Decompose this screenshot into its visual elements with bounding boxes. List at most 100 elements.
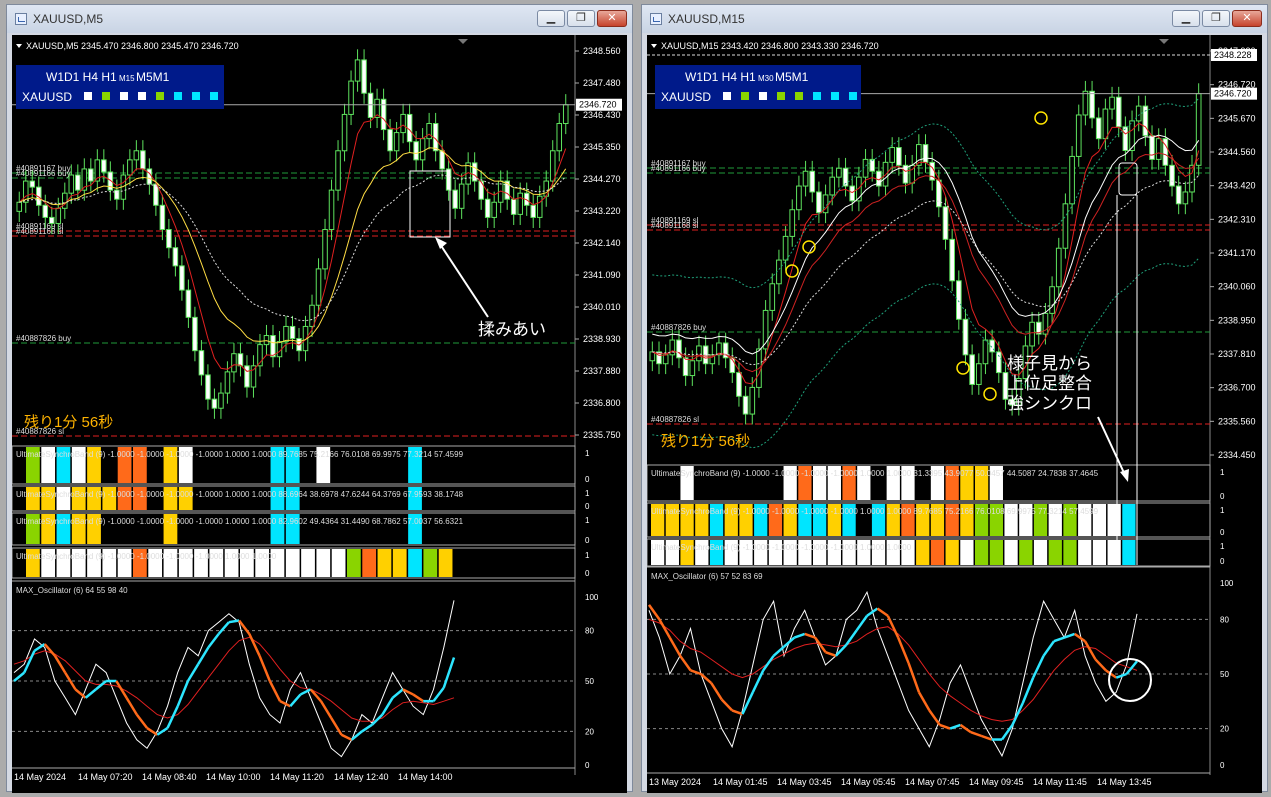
y-tick-label: 2342.310 (1218, 214, 1256, 224)
candle-body (231, 353, 237, 373)
x-tick-label: 14 May 11:45 (1033, 777, 1087, 787)
osc-highlight-circle (1108, 658, 1152, 702)
candle-body (348, 80, 354, 115)
chart-pane[interactable]: XAUUSD,M15 2343.420 2346.800 2343.330 23… (646, 35, 1262, 793)
mtf-status-square (795, 92, 803, 100)
candle-body (1155, 138, 1162, 160)
mtf-status-square (156, 92, 164, 100)
chart-window-m15[interactable]: XAUUSD,M15 ▁ ❐ ✕ XAUUSD,M15 2343.420 234… (641, 4, 1268, 793)
candle-body (802, 170, 809, 187)
candle-body (517, 192, 523, 215)
synchro-band-cell (1004, 540, 1018, 565)
chart-canvas-m5[interactable]: XAUUSD,M5 2345.470 2346.800 2345.470 234… (11, 35, 627, 788)
synchro-band-cell (916, 540, 930, 565)
candle-body (742, 395, 749, 415)
osc-slow-segment (897, 637, 910, 664)
candle-body (419, 138, 426, 161)
mtf-sub-timeframe: M15 (119, 74, 135, 83)
mtf-status-square (138, 92, 146, 100)
y-tick-label: 2340.010 (583, 302, 621, 312)
x-tick-label: 14 May 12:40 (334, 772, 389, 782)
osc-slow-segment (432, 686, 445, 702)
candle-body (510, 198, 517, 215)
osc-slow-segment (125, 697, 138, 716)
mtf-status-square (84, 92, 92, 100)
osc-slow-segment (928, 709, 941, 726)
mtf-status-square (192, 92, 200, 100)
band-tick-label: 1 (1220, 468, 1225, 477)
annotation-arrow-head (435, 237, 447, 249)
osc-slow-segment (340, 733, 353, 741)
osc-slow-segment (391, 688, 404, 699)
mtf-status-square (723, 92, 731, 100)
synchro-band-cell (285, 549, 300, 577)
osc-label: MAX_Oscillator (6) 57 52 83 69 (651, 572, 763, 581)
candle-body (982, 339, 989, 365)
band-tick-label: 0 (1220, 557, 1225, 566)
osc-slow-segment (330, 717, 343, 736)
restore-button[interactable]: ❐ (1202, 10, 1230, 27)
chart-pane[interactable]: XAUUSD,M5 2345.470 2346.800 2345.470 234… (11, 35, 627, 793)
osc-label: MAX_Oscillator (6) 64 55 98 40 (16, 586, 128, 595)
restore-button[interactable]: ❐ (567, 10, 595, 27)
candle-body (562, 104, 569, 125)
candle-body (185, 289, 192, 318)
osc-slow-segment (1042, 640, 1055, 657)
mtf-status-square (759, 92, 767, 100)
candle-body (380, 98, 387, 131)
chart-canvas-m15[interactable]: XAUUSD,M15 2343.420 2346.800 2343.330 23… (646, 35, 1262, 788)
candle-body (849, 185, 856, 202)
candle-body (796, 185, 802, 211)
y-tick-label: 2348.560 (583, 46, 621, 56)
osc-slow-segment (647, 604, 661, 621)
window-titlebar[interactable]: XAUUSD,M15 ▁ ❐ ✕ (642, 5, 1267, 33)
osc-slow-segment (876, 607, 889, 617)
x-tick-label: 14 May 11:20 (270, 772, 324, 782)
synchro-band-cell (347, 549, 361, 577)
chart-shift-icon (1159, 39, 1169, 44)
osc-slow-segment (176, 680, 190, 707)
candle-body (736, 372, 742, 397)
band-tick-label: 1 (1220, 506, 1225, 515)
candle-body (749, 386, 756, 415)
minimize-button[interactable]: ▁ (1172, 10, 1200, 27)
synchro-band-cell (377, 549, 392, 577)
osc-slow-segment (115, 680, 128, 699)
signal-circle-marker (983, 387, 997, 401)
y-tick-label: 2338.930 (583, 334, 621, 344)
osc-slow-segment (751, 669, 765, 693)
chart-window-m5[interactable]: XAUUSD,M5 ▁ ❐ ✕ XAUUSD,M5 2345.470 2346.… (6, 4, 633, 793)
candle-body (975, 363, 982, 385)
synchro-band-cell (1078, 540, 1092, 565)
y-tick-label: 2343.420 (1218, 181, 1256, 191)
y-tick-label: 2343.220 (583, 206, 621, 216)
osc-tick-label: 50 (1220, 670, 1229, 679)
close-button[interactable]: ✕ (1232, 10, 1262, 27)
osc-slow-segment (186, 663, 200, 682)
candle-body (88, 168, 94, 182)
y-tick-label: 2336.700 (1218, 383, 1256, 393)
osc-tick-label: 0 (1220, 761, 1225, 770)
candle-body (211, 398, 218, 409)
current-price-tag-label: 2346.720 (1214, 89, 1252, 99)
osc-slow-segment (679, 655, 692, 672)
minimize-button[interactable]: ▁ (537, 10, 565, 27)
osc-slow-segment (207, 633, 220, 649)
candle-body (179, 265, 185, 291)
close-button[interactable]: ✕ (597, 10, 627, 27)
osc-slow-segment (258, 655, 271, 682)
candle-body (16, 201, 23, 212)
mtf-sub-timeframe: M30 (758, 74, 774, 83)
synchro-band-label: UltimateSynchroBand (9) -1.0000 -1.0000 … (16, 552, 277, 561)
candle-body (55, 207, 62, 224)
order-label: #40891166 buy (16, 169, 71, 178)
candle-body (889, 147, 896, 163)
window-titlebar[interactable]: XAUUSD,M5 ▁ ❐ ✕ (7, 5, 632, 33)
candle-body (133, 150, 140, 161)
y-tick-label: 2337.880 (583, 366, 621, 376)
candle-body (1055, 247, 1062, 288)
candle-body (662, 354, 669, 365)
synchro-band-cell (975, 540, 989, 565)
osc-slow-segment (268, 680, 282, 702)
synchro-band-cell (301, 549, 315, 577)
